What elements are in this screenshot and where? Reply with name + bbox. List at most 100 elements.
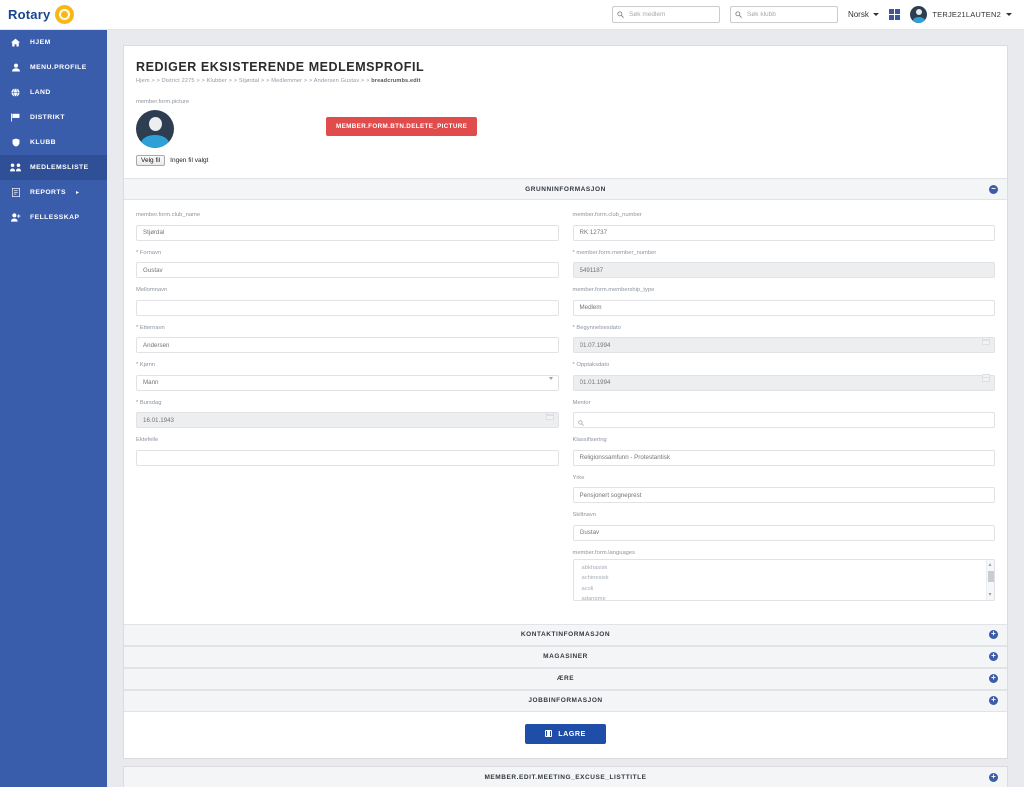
list-item[interactable]: acoli	[574, 584, 995, 595]
people-icon	[10, 163, 21, 172]
field-mentor: Mentor	[572, 400, 995, 431]
opptaksdato-wrap	[572, 371, 995, 391]
opptaksdato-input[interactable]	[572, 374, 995, 391]
yrke-input[interactable]	[572, 487, 995, 503]
collapse-minus-icon[interactable]: −	[989, 184, 998, 194]
basic-info-form: member.form.club_name * Fornavn Mellomna…	[124, 200, 1007, 624]
field-ektefelle: Ektefelle	[136, 437, 559, 466]
flag-icon	[10, 113, 21, 122]
save-button[interactable]: LAGRE	[525, 723, 606, 744]
expand-plus-icon[interactable]: +	[989, 772, 998, 782]
search-icon	[731, 11, 747, 18]
report-icon	[10, 188, 21, 197]
search-member-input[interactable]	[628, 11, 717, 18]
field-label: Skiltnavn	[572, 512, 597, 518]
bursdag-input[interactable]	[136, 412, 559, 428]
extra-sections-card: MEMBER.EDIT.MEETING_EXCUSE_LISTTITLE + R…	[123, 765, 1008, 787]
sidebar-item-land[interactable]: LAND	[0, 80, 107, 105]
grid-apps-icon[interactable]	[888, 8, 901, 21]
scrollbar[interactable]: ▴ ▾	[986, 559, 994, 600]
search-club-box[interactable]	[729, 6, 838, 23]
home-icon	[10, 38, 21, 47]
field-label: member.form.languages	[572, 549, 636, 556]
top-bar: Rotary Norsk	[0, 0, 1024, 30]
avatar	[910, 6, 928, 23]
sidebar-item-fellesskap[interactable]: FELLESSKAP	[0, 205, 107, 230]
fornavn-input[interactable]	[136, 262, 559, 278]
field-member-number: * member.form.member_number	[572, 250, 995, 278]
section-header-kontaktinformasjon[interactable]: KONTAKTINFORMASJON +	[124, 623, 1007, 646]
club-number-input[interactable]	[572, 224, 995, 241]
field-label: Ektefelle	[136, 437, 159, 443]
field-label: Yrke	[572, 474, 585, 481]
sidebar-item-klubb[interactable]: KLUBB	[0, 130, 107, 155]
picture-label: member.form.picture	[136, 99, 190, 105]
search-member-box[interactable]	[611, 6, 720, 23]
scroll-up-icon[interactable]: ▴	[989, 562, 992, 568]
field-label: Klassifisering	[572, 437, 607, 443]
sidebar-item-label: KLUBB	[30, 139, 57, 146]
picture-block: member.form.picture Velg fil Ingen fil v…	[124, 93, 1007, 178]
field-mellomnavn: Mellomnavn	[136, 287, 559, 316]
scrollbar-thumb[interactable]	[988, 570, 994, 582]
language-selector[interactable]: Norsk	[848, 10, 879, 19]
sidebar-item-menu-profile[interactable]: MENU.PROFILE	[0, 55, 107, 80]
section-header-aere[interactable]: ÆRE +	[124, 667, 1007, 690]
user-plus-icon	[10, 213, 21, 222]
expand-plus-icon[interactable]: +	[989, 695, 998, 705]
delete-picture-button[interactable]: MEMBER.FORM.BTN.DELETE_PICTURE	[326, 117, 478, 136]
section-header-jobbinformasjon[interactable]: JOBBINFORMASJON +	[124, 689, 1007, 712]
mentor-input[interactable]	[572, 412, 995, 428]
expand-plus-icon[interactable]: +	[989, 673, 998, 683]
expand-plus-icon[interactable]: +	[989, 651, 998, 661]
sidebar-item-medlemsliste[interactable]: MEDLEMSLISTE	[0, 155, 107, 180]
calendar-icon[interactable]	[545, 411, 554, 420]
club-name-input[interactable]	[136, 224, 559, 241]
section-title: MEMBER.EDIT.MEETING_EXCUSE_LISTTITLE	[484, 773, 647, 781]
brand-label: Rotary	[8, 7, 51, 22]
kjonn-select-wrap	[136, 371, 559, 391]
brand-logo[interactable]: Rotary	[0, 5, 107, 24]
kjonn-select[interactable]	[136, 374, 559, 391]
section-header-grunninformasjon[interactable]: GRUNNINFORMASJON −	[124, 178, 1007, 200]
field-skiltnavn: Skiltnavn	[572, 512, 995, 541]
etternavn-input[interactable]	[136, 337, 559, 353]
languages-listbox[interactable]: abkhasisk achinesisk acoli adangme ▴ ▾	[572, 558, 995, 601]
file-status-label: Ingen fil valgt	[170, 157, 209, 164]
form-right-column: member.form.club_number * member.form.me…	[572, 212, 996, 610]
main-content: REDIGER EKSISTERENDE MEDLEMSPROFIL Hjem …	[107, 30, 1024, 787]
sidebar-item-label: LAND	[30, 89, 51, 96]
field-label: * Bursdag	[136, 400, 559, 406]
ektefelle-input[interactable]	[136, 449, 559, 466]
begynnelsesdato-input[interactable]	[572, 337, 995, 353]
list-item[interactable]: abkhasisk	[574, 563, 995, 574]
file-upload-row[interactable]: Velg fil Ingen fil valgt	[136, 155, 296, 166]
skiltnavn-input[interactable]	[572, 524, 995, 541]
user-menu[interactable]: TERJE21LAUTEN2	[910, 6, 1012, 23]
sidebar-item-label: HJEM	[30, 39, 51, 46]
field-label: * Kjønn	[136, 362, 559, 368]
section-header-magasiner[interactable]: MAGASINER +	[124, 645, 1007, 668]
field-label: * Opptaksdato	[573, 362, 996, 368]
search-icon	[577, 413, 584, 431]
section-header-meeting-excuse[interactable]: MEMBER.EDIT.MEETING_EXCUSE_LISTTITLE +	[124, 766, 1007, 787]
field-klassifisering: Klassifisering	[572, 437, 995, 466]
list-item[interactable]: adangme	[574, 594, 995, 600]
mellomnavn-input[interactable]	[136, 299, 559, 316]
choose-file-button[interactable]: Velg fil	[136, 155, 166, 166]
scroll-down-icon[interactable]: ▾	[989, 592, 992, 598]
sidebar-item-label: MENU.PROFILE	[30, 64, 87, 71]
list-item[interactable]: achinesisk	[574, 573, 995, 584]
field-label: * Fornavn	[136, 250, 559, 256]
sidebar-item-hjem[interactable]: HJEM	[0, 30, 107, 55]
sidebar-item-reports[interactable]: REPORTS ▸	[0, 180, 107, 205]
expand-plus-icon[interactable]: +	[989, 629, 998, 639]
membership-type-input[interactable]	[572, 299, 995, 316]
sidebar-item-distrikt[interactable]: DISTRIKT	[0, 105, 107, 130]
klassifisering-input[interactable]	[572, 449, 995, 466]
field-languages: member.form.languages abkhasisk achinesi…	[572, 549, 995, 601]
search-club-input[interactable]	[746, 11, 835, 18]
breadcrumb[interactable]: Hjem > > District 2275 > > Klubber > > S…	[136, 78, 995, 84]
calendar-icon[interactable]	[982, 374, 990, 382]
calendar-icon[interactable]	[982, 336, 990, 345]
